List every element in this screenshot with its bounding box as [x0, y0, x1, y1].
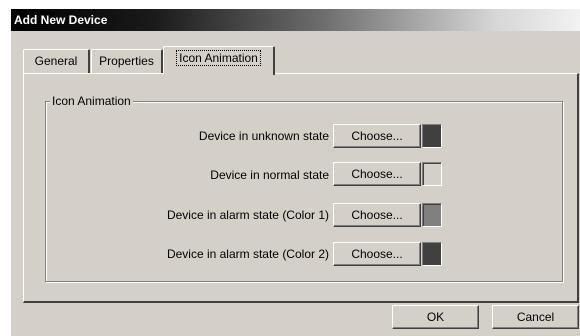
row-label-unknown: Device in unknown state [198, 129, 329, 143]
unknown-color-swatch [422, 124, 442, 148]
tab-general-label: General [34, 54, 78, 68]
choose-normal-color-button[interactable]: Choose... [333, 162, 421, 186]
tab-icon-animation[interactable]: Icon Animation [163, 46, 275, 75]
alarm-color-2-swatch [422, 242, 442, 266]
alarm-color-1-swatch [422, 203, 442, 227]
choose-alarm-color-1-button[interactable]: Choose... [333, 203, 421, 227]
groupbox-title: Icon Animation [50, 94, 133, 108]
normal-color-swatch [422, 162, 442, 186]
cancel-button[interactable]: Cancel [492, 305, 579, 329]
tab-general[interactable]: General [23, 49, 90, 73]
tab-panel: Icon Animation Device in unknown state C… [23, 73, 579, 303]
tab-icon-animation-label: Icon Animation [176, 50, 261, 66]
dialog-title: Add New Device [11, 9, 580, 31]
choose-unknown-color-button[interactable]: Choose... [333, 124, 421, 148]
row-label-normal: Device in normal state [210, 168, 329, 182]
ok-button[interactable]: OK [392, 305, 479, 329]
row-label-alarm-color-2: Device in alarm state (Color 2) [166, 247, 329, 261]
choose-alarm-color-2-button[interactable]: Choose... [333, 242, 421, 266]
row-label-alarm-color-1: Device in alarm state (Color 1) [166, 208, 329, 222]
tab-properties-label: Properties [99, 54, 154, 68]
tab-properties[interactable]: Properties [91, 49, 163, 73]
add-new-device-dialog: Add New Device General Properties Icon A… [10, 8, 580, 336]
